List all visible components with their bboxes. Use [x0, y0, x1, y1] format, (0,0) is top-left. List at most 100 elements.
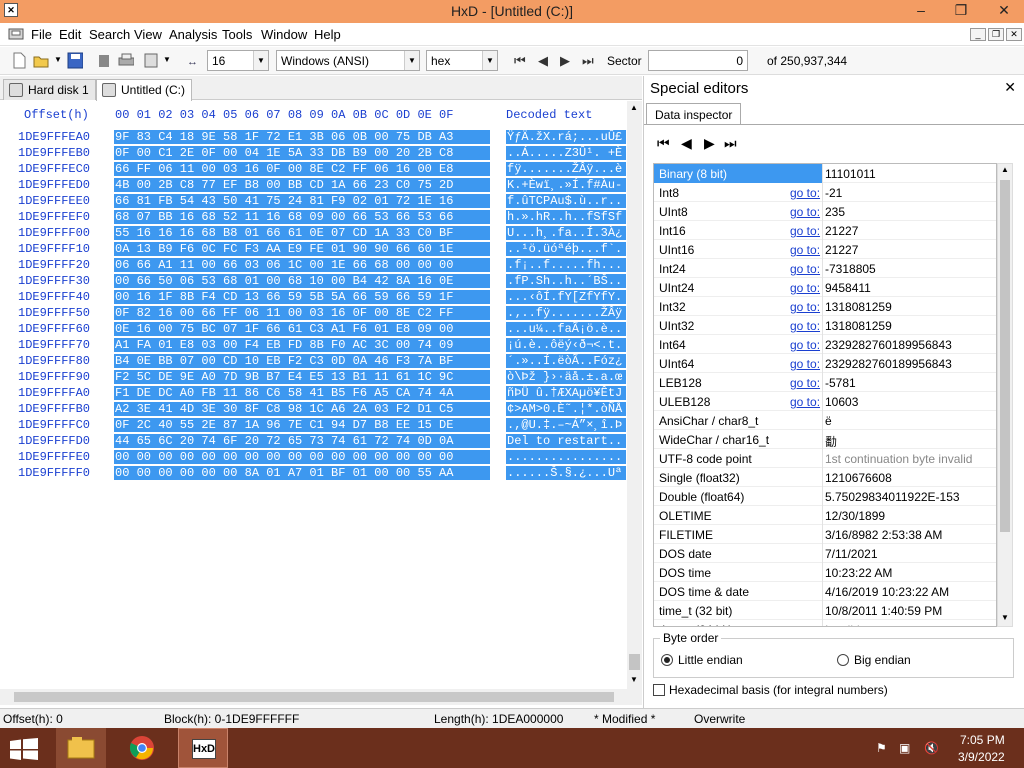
- flag-icon[interactable]: ⚑: [876, 741, 887, 755]
- mdi-restore-button[interactable]: ❐: [988, 28, 1004, 41]
- inspector-value[interactable]: 3/16/8982 2:53:38 AM: [825, 528, 942, 542]
- row-bytes[interactable]: 9F 83 C4 18 9E 58 1F 72 E1 3B 06 0B 00 7…: [114, 130, 490, 144]
- row-bytes[interactable]: B4 0E BB 07 00 CD 10 EB F2 C3 0D 0A 46 F…: [114, 354, 490, 368]
- data-inspector-table[interactable]: Binary (8 bit) 11101011 Int8 go to: -21 UInt8…: [653, 163, 997, 627]
- inspector-value[interactable]: 4/16/2019 10:23:22 AM: [825, 585, 949, 599]
- disk-icon[interactable]: [96, 52, 112, 69]
- goto-link[interactable]: go to:: [790, 319, 820, 333]
- row-decoded-text[interactable]: ..Á.....Z3Û¹. +È: [506, 146, 626, 160]
- row-bytes[interactable]: 0A 13 B9 F6 0C FC F3 AA E9 FE 01 90 90 6…: [114, 242, 490, 256]
- row-decoded-text[interactable]: fÿ.......ŽÂÿ...è: [506, 162, 626, 176]
- menu-help[interactable]: Help: [314, 27, 341, 42]
- hex-row[interactable]: 1DE9FFFFA0 F1 DE DC A0 FB 11 86 C6 58 41 …: [0, 386, 627, 402]
- row-decoded-text[interactable]: ñÞÜ û.†ÆXAµö¥ÊtJ: [506, 386, 626, 400]
- volume-mute-icon[interactable]: 🔇: [924, 741, 939, 755]
- menu-window[interactable]: Window: [261, 27, 307, 42]
- inspector-row[interactable]: Int32 go to: 1318081259: [654, 297, 996, 316]
- row-bytes[interactable]: 0F 82 16 00 66 FF 06 11 00 03 16 0F 00 8…: [114, 306, 490, 320]
- inspector-value[interactable]: -21: [825, 186, 842, 200]
- row-bytes[interactable]: 00 00 00 00 00 00 8A 01 A7 01 BF 01 00 0…: [114, 466, 490, 480]
- inspector-value[interactable]: 10/8/2011 1:40:59 PM: [825, 604, 942, 618]
- menu-analysis[interactable]: Analysis: [169, 27, 217, 42]
- goto-link[interactable]: go to:: [790, 186, 820, 200]
- row-decoded-text[interactable]: ¡ú.è..ôëý‹ð¬<.t.: [506, 338, 626, 352]
- maximize-button[interactable]: ❐: [946, 0, 976, 22]
- inspector-value[interactable]: 1318081259: [825, 300, 892, 314]
- goto-link[interactable]: go to:: [790, 376, 820, 390]
- inspector-value[interactable]: 2329282760189956843: [825, 338, 952, 352]
- hex-row[interactable]: 1DE9FFFFD0 44 65 6C 20 74 6F 20 72 65 73 …: [0, 434, 627, 450]
- scroll-thumb[interactable]: [1000, 180, 1010, 532]
- inspector-row[interactable]: Int24 go to: -7318805: [654, 259, 996, 278]
- row-decoded-text[interactable]: ......Š.§.¿...Uª: [506, 466, 626, 480]
- new-file-icon[interactable]: [11, 52, 27, 69]
- inspector-value[interactable]: -7318805: [825, 262, 876, 276]
- row-bytes[interactable]: 00 66 50 06 53 68 01 00 68 10 00 B4 42 8…: [114, 274, 490, 288]
- last-value-icon[interactable]: ⏭: [724, 135, 737, 152]
- first-value-icon[interactable]: ⏮: [657, 135, 670, 152]
- row-decoded-text[interactable]: Del to restart..: [506, 434, 626, 448]
- scroll-up-icon[interactable]: ▲: [630, 103, 638, 112]
- hex-row[interactable]: 1DE9FFFED0 4B 00 2B C8 77 EF B8 00 BB CD …: [0, 178, 627, 194]
- row-bytes[interactable]: 68 07 BB 16 68 52 11 16 68 09 00 66 53 6…: [114, 210, 490, 224]
- close-button[interactable]: ✕: [984, 0, 1024, 22]
- row-decoded-text[interactable]: ..¹ö.üóªéþ...f`.: [506, 242, 626, 256]
- last-sector-icon[interactable]: ⏭: [582, 53, 594, 69]
- inspector-value[interactable]: 9458411: [825, 281, 871, 295]
- inspector-value[interactable]: 1st continuation byte invalid: [825, 452, 972, 466]
- little-endian-radio[interactable]: [661, 654, 673, 666]
- charset-combo[interactable]: Windows (ANSI) ▼: [276, 50, 420, 71]
- hex-row[interactable]: 1DE9FFFF20 06 66 A1 11 00 66 03 06 1C 00 …: [0, 258, 627, 274]
- row-decoded-text[interactable]: ŸƒÄ.žX.rá;...uÛ£: [506, 130, 626, 144]
- hex-row[interactable]: 1DE9FFFFB0 A2 3E 41 4D 3E 30 8F C8 98 1C …: [0, 402, 627, 418]
- start-windows-icon[interactable]: [10, 738, 38, 760]
- hex-row[interactable]: 1DE9FFFF00 55 16 16 16 68 B8 01 66 61 0E …: [0, 226, 627, 242]
- mdi-minimize-button[interactable]: _: [970, 28, 986, 41]
- menu-tools[interactable]: Tools: [222, 27, 252, 42]
- prev-value-icon[interactable]: ◀: [681, 135, 692, 152]
- inspector-row[interactable]: Binary (8 bit) 11101011: [654, 164, 996, 183]
- clock-date[interactable]: 3/9/2022: [958, 750, 1005, 764]
- hex-row[interactable]: 1DE9FFFF80 B4 0E BB 07 00 CD 10 EB F2 C3 …: [0, 354, 627, 370]
- row-bytes[interactable]: 66 FF 06 11 00 03 16 0F 00 8E C2 FF 06 1…: [114, 162, 490, 176]
- minimize-button[interactable]: –: [906, 0, 936, 22]
- goto-link[interactable]: go to:: [790, 262, 820, 276]
- inspector-row[interactable]: AnsiChar / char8_t ë: [654, 411, 996, 430]
- inspector-value[interactable]: 235: [825, 205, 845, 219]
- next-value-icon[interactable]: ▶: [704, 135, 715, 152]
- inspector-row[interactable]: ULEB128 go to: 10603: [654, 392, 996, 411]
- inspector-value[interactable]: 7/11/2021: [825, 547, 878, 561]
- inspector-row[interactable]: Single (float32) 1210676608: [654, 468, 996, 487]
- inspector-row[interactable]: UInt64 go to: 2329282760189956843: [654, 354, 996, 373]
- inspector-value[interactable]: ë: [825, 414, 832, 428]
- scroll-thumb[interactable]: [629, 654, 640, 670]
- row-decoded-text[interactable]: .f¡..f.....fh...: [506, 258, 626, 272]
- menu-edit[interactable]: Edit: [59, 27, 81, 42]
- inspector-value[interactable]: -5781: [825, 376, 856, 390]
- row-decoded-text[interactable]: .‚..fÿ.......ŽÂÿ: [506, 306, 626, 320]
- tab-data-inspector[interactable]: Data inspector: [646, 103, 742, 125]
- menu-file[interactable]: File: [31, 27, 52, 42]
- inspector-row[interactable]: UInt32 go to: 1318081259: [654, 316, 996, 335]
- properties-dropdown-icon[interactable]: ▼: [163, 55, 171, 64]
- taskbar-chrome[interactable]: [117, 728, 167, 768]
- row-decoded-text[interactable]: f.ûTCPAu$.ù..r..: [506, 194, 626, 208]
- sector-input[interactable]: 0: [648, 50, 748, 71]
- hex-vertical-scrollbar[interactable]: ▲ ▼: [627, 101, 642, 689]
- inspector-value[interactable]: 2329282760189956843: [825, 357, 952, 371]
- scroll-down-icon[interactable]: ▼: [630, 675, 638, 684]
- hex-row[interactable]: 1DE9FFFF60 0E 16 00 75 BC 07 1F 66 61 C3 …: [0, 322, 627, 338]
- status-mode[interactable]: Overwrite: [694, 712, 745, 726]
- row-decoded-text[interactable]: ................: [506, 450, 626, 464]
- close-panel-button[interactable]: ✕: [1004, 79, 1016, 96]
- inspector-row[interactable]: UInt24 go to: 9458411: [654, 278, 996, 297]
- inspector-value[interactable]: 21227: [825, 224, 858, 238]
- row-bytes[interactable]: F1 DE DC A0 FB 11 86 C6 58 41 B5 F6 A5 C…: [114, 386, 490, 400]
- row-bytes[interactable]: 55 16 16 16 68 B8 01 66 61 0E 07 CD 1A 3…: [114, 226, 490, 240]
- tab-untitled-c[interactable]: Untitled (C:): [96, 79, 193, 101]
- row-bytes[interactable]: 66 81 FB 54 43 50 41 75 24 81 F9 02 01 7…: [114, 194, 490, 208]
- hex-editor[interactable]: Offset(h) 00 01 02 03 04 05 06 07 08 09 …: [0, 101, 627, 707]
- first-sector-icon[interactable]: ⏮: [514, 53, 526, 69]
- row-bytes[interactable]: 00 16 1F 8B F4 CD 13 66 59 5B 5A 66 59 6…: [114, 290, 490, 304]
- tab-hard-disk-1[interactable]: Hard disk 1: [3, 79, 96, 100]
